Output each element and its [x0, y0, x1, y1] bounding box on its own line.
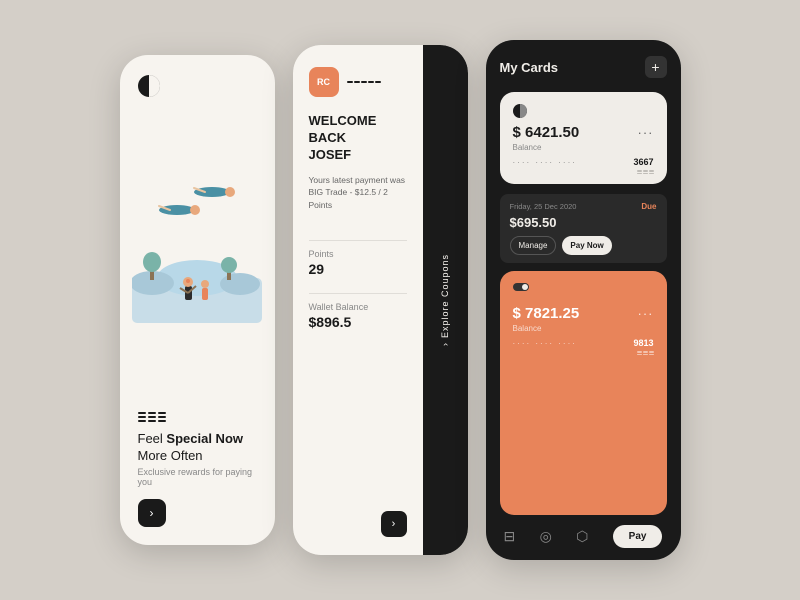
divider-2	[309, 293, 407, 294]
card1-wave-deco	[513, 170, 654, 174]
welcome-text: WELCOME BACK	[309, 113, 377, 145]
cards-header: My Cards +	[500, 56, 667, 78]
bottom-navigation: ⊟ ◎ ⬡ Pay	[500, 525, 667, 548]
card1-amount-row: $ 6421.50 ···	[513, 124, 654, 141]
card1-number-row: ···· ···· ···· 3667	[513, 157, 654, 167]
card2-amount: $ 7821.25	[513, 305, 580, 322]
next-button[interactable]: ›	[138, 499, 166, 527]
user-name: JOSEF	[309, 147, 352, 162]
wallet-label: Wallet Balance	[309, 302, 407, 312]
welcome-message: WELCOME BACK JOSEF	[309, 113, 407, 164]
feel-label: Feel	[138, 431, 163, 446]
more-often-label: More Often	[138, 448, 257, 463]
landscape-illustration	[132, 238, 262, 323]
forward-button[interactable]: ›	[381, 511, 407, 537]
card2-last4: 9813	[633, 338, 653, 348]
payment-label: Yours latest payment was	[309, 175, 406, 185]
card1-menu-icon[interactable]: ···	[638, 125, 654, 140]
waves-decoration	[138, 412, 257, 422]
exclusive-text: Exclusive rewards for paying you	[138, 467, 257, 487]
card2-wave-deco	[513, 351, 654, 355]
divider-1	[309, 240, 407, 241]
chat-nav-icon[interactable]: ◎	[540, 528, 552, 545]
user-avatar: RC	[309, 67, 339, 97]
card2-menu-icon[interactable]: ···	[638, 306, 654, 321]
promo-text: Feel Special Now More Often Exclusive re…	[138, 430, 257, 499]
card1-amount: $ 6421.50	[513, 124, 580, 141]
card1-balance-label: Balance	[513, 143, 654, 152]
phone2-footer: ›	[309, 511, 407, 537]
wallet-value: $896.5	[309, 314, 407, 330]
explore-coupons-label: › Explore Coupons	[440, 254, 450, 346]
phone-1: Feel Special Now More Often Exclusive re…	[120, 55, 275, 545]
phone-3: My Cards + $ 6421.50 ··· Balance ···· ··…	[486, 40, 681, 560]
points-value: 29	[309, 261, 407, 277]
card-nav-icon[interactable]: ⬡	[576, 528, 588, 545]
card-orange: $ 7821.25 ··· Balance ···· ···· ···· 981…	[500, 271, 667, 515]
due-section: Friday, 25 Dec 2020 Due $695.50 Manage P…	[500, 194, 667, 263]
swimmers-illustration	[137, 178, 257, 238]
my-cards-title: My Cards	[500, 60, 559, 75]
card1-last4: 3667	[633, 157, 653, 167]
manage-button[interactable]: Manage	[510, 236, 557, 255]
phone2-header: RC	[309, 67, 407, 97]
next-arrow-icon: ›	[150, 506, 154, 520]
card-chip-2	[513, 283, 529, 299]
payment-detail: BIG Trade - $12.5 / 2 Points	[309, 187, 388, 210]
special-label: Special Now	[166, 431, 243, 446]
card2-balance-label: Balance	[513, 324, 654, 333]
header-waves	[347, 81, 381, 83]
card-white: $ 6421.50 ··· Balance ···· ···· ···· 366…	[500, 92, 667, 184]
card2-dots: ···· ···· ····	[513, 339, 577, 348]
pay-now-button[interactable]: Pay Now	[562, 236, 611, 255]
due-date: Friday, 25 Dec 2020	[510, 202, 577, 211]
card2-amount-row: $ 7821.25 ···	[513, 305, 654, 322]
due-buttons: Manage Pay Now	[510, 236, 657, 255]
card-chip-1	[513, 104, 527, 118]
explore-panel[interactable]: › Explore Coupons	[423, 45, 468, 555]
forward-arrow-icon: ›	[392, 518, 396, 530]
pay-button[interactable]: Pay	[613, 525, 663, 548]
card1-dots: ···· ···· ····	[513, 158, 577, 167]
phone-2: RC WELCOME BACK JOSEF Yours latest payme…	[293, 45, 468, 555]
due-header-row: Friday, 25 Dec 2020 Due	[510, 202, 657, 211]
due-amount: $695.50	[510, 215, 657, 230]
illustration	[138, 97, 257, 404]
app-logo	[138, 75, 160, 97]
due-badge: Due	[641, 202, 656, 211]
payment-info: Yours latest payment was BIG Trade - $12…	[309, 174, 407, 212]
card2-number-row: ···· ···· ···· 9813	[513, 338, 654, 348]
points-label: Points	[309, 249, 407, 259]
phone2-content: RC WELCOME BACK JOSEF Yours latest payme…	[293, 45, 423, 555]
home-nav-icon[interactable]: ⊟	[504, 528, 516, 545]
add-card-button[interactable]: +	[645, 56, 667, 78]
